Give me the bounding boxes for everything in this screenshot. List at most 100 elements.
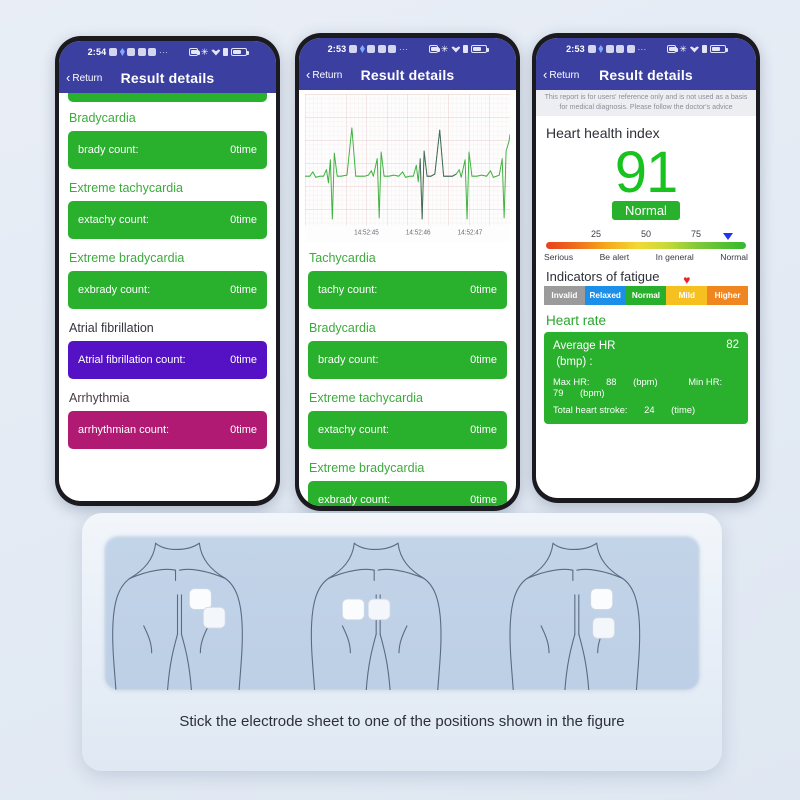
signal-icon xyxy=(223,48,229,56)
signal-icon xyxy=(463,45,469,53)
status-notification-icons: ··· xyxy=(109,47,168,57)
electrode-pad xyxy=(202,606,226,629)
app-icon xyxy=(109,48,118,56)
max-hr-value: 88 xyxy=(606,376,617,388)
count-value: 0time xyxy=(470,354,497,366)
count-value: 0time xyxy=(470,424,497,436)
stroke-value: 24 xyxy=(644,404,655,416)
count-row-exbrady[interactable]: exbrady count: 0time xyxy=(308,481,507,506)
count-row-brady[interactable]: brady count: 0time xyxy=(308,341,507,379)
torso-diagram-svg xyxy=(112,542,641,690)
status-notification-icons: ··· xyxy=(587,44,647,54)
phone-2-content[interactable]: 14:52:45 14:52:46 14:52:47 Tachycardia t… xyxy=(299,90,516,506)
count-row-arrhythmia[interactable]: arrhythmian count: 0time xyxy=(68,411,267,449)
section-title-atrial-fibrillation: Atrial fibrillation xyxy=(69,321,154,335)
status-badge-wrap: Normal xyxy=(536,201,756,221)
sim-icon xyxy=(667,45,679,53)
electrode-pad xyxy=(592,617,615,639)
section-title-extreme-tachycardia: Extreme tachycardia xyxy=(69,181,183,195)
phone-2-screen: 2:53 ··· ✳ ‹ Return Result details 14:52… xyxy=(299,38,516,506)
phone-1: 2:54 ··· ✳ ‹ Return Result details Brady… xyxy=(55,36,280,506)
app-icon xyxy=(377,45,386,53)
count-label: brady count: xyxy=(318,354,379,366)
phone-1-screen: 2:54 ··· ✳ ‹ Return Result details Brady… xyxy=(59,41,276,501)
average-hr-unit: (bmp) xyxy=(556,355,587,368)
electrode-pads xyxy=(189,588,615,639)
average-hr-label: Average HR xyxy=(553,340,616,353)
count-value: 0time xyxy=(230,144,257,156)
status-time: 2:53 xyxy=(327,44,347,54)
count-label: extachy count: xyxy=(78,214,149,226)
return-label: Return xyxy=(549,69,580,81)
count-label: arrhythmian count: xyxy=(78,424,170,436)
ecg-waveform-svg: 14:52:45 14:52:46 14:52:47 xyxy=(305,94,510,242)
status-notification-icons: ··· xyxy=(349,44,408,54)
battery-icon xyxy=(709,45,728,53)
app-bar: ‹ Return Result details xyxy=(536,60,756,90)
count-value: 0time xyxy=(470,494,497,506)
heart-rate-card[interactable]: Average HR (bmp) : 82 Max HR: 88 (bpm) M… xyxy=(544,332,748,425)
count-row-brady[interactable]: brady count: 0time xyxy=(68,131,267,169)
section-title-tachycardia: Tachycardia xyxy=(309,251,376,265)
app-bar: ‹ Return Result details xyxy=(299,60,516,90)
phone-2: 2:53 ··· ✳ ‹ Return Result details 14:52… xyxy=(295,33,520,511)
min-hr-unit: (bpm) xyxy=(580,387,605,399)
count-row-exbrady[interactable]: exbrady count: 0time xyxy=(68,271,267,309)
app-icon xyxy=(349,45,358,53)
disclaimer-text: This report is for users' reference only… xyxy=(536,90,756,117)
fatigue-bar: Invalid Relaxed Normal Mild Higher xyxy=(544,286,748,306)
count-value: 0time xyxy=(230,214,257,226)
app-icon xyxy=(587,45,596,53)
return-label: Return xyxy=(312,69,343,81)
scale-number: 50 xyxy=(640,229,652,240)
wifi-icon xyxy=(211,49,221,56)
count-value: 0time xyxy=(230,284,257,296)
scale-number: 75 xyxy=(690,229,702,240)
average-hr-block: Average HR (bmp) : xyxy=(553,339,615,370)
return-button[interactable]: ‹ Return xyxy=(306,68,343,81)
status-system-icons: ✳ xyxy=(428,44,490,54)
max-hr-group: Max HR: 88 (bpm) xyxy=(553,376,674,387)
ecg-time-label: 14:52:45 xyxy=(354,229,379,236)
count-row-tachy[interactable]: tachy count: 0time xyxy=(308,271,507,309)
count-label: exbrady count: xyxy=(78,284,151,296)
heart-marker-icon: ♥ xyxy=(683,273,691,288)
heart-health-index-title: Heart health index xyxy=(546,125,660,142)
count-row-extachy[interactable]: extachy count: 0time xyxy=(308,411,507,449)
gauge-marker-icon xyxy=(723,233,733,241)
section-title-bradycardia: Bradycardia xyxy=(309,321,376,335)
more-icon: ··· xyxy=(158,47,168,57)
heart-health-score: 91 xyxy=(614,140,679,206)
count-value: 0time xyxy=(230,424,257,436)
app-icon xyxy=(148,48,157,56)
average-hr-value: 82 xyxy=(726,339,739,352)
scale-number: 25 xyxy=(590,229,602,240)
fatigue-indicator: ♥ Invalid Relaxed Normal Mild Higher xyxy=(544,274,748,306)
count-row-atrial-fibrillation[interactable]: Atrial fibrillation count: 0time xyxy=(68,341,267,379)
max-hr-unit: (bpm) xyxy=(633,376,658,388)
phone-1-content[interactable]: Bradycardia brady count: 0time Extreme t… xyxy=(59,93,276,501)
fatigue-level-higher: Higher xyxy=(707,286,748,306)
location-icon xyxy=(119,48,125,56)
status-badge: Normal xyxy=(612,201,680,221)
fatigue-level-relaxed: Relaxed xyxy=(584,286,626,306)
return-button[interactable]: ‹ Return xyxy=(543,68,580,81)
battery-icon xyxy=(471,45,490,53)
min-hr-value: 79 xyxy=(553,387,564,399)
status-bar: 2:53 ··· ✳ xyxy=(536,38,756,60)
device-body: Stick the electrode sheet to one of the … xyxy=(82,513,722,771)
count-row-extachy[interactable]: extachy count: 0time xyxy=(68,201,267,239)
electrode-pad xyxy=(342,598,365,621)
return-label: Return xyxy=(72,72,103,84)
status-system-icons: ✳ xyxy=(667,44,728,54)
count-label: extachy count: xyxy=(318,424,389,436)
return-button[interactable]: ‹ Return xyxy=(66,70,103,85)
ecg-chart: 14:52:45 14:52:46 14:52:47 xyxy=(299,90,516,242)
app-icon xyxy=(616,45,625,53)
min-hr-label: Min HR: xyxy=(688,376,723,388)
more-icon: ··· xyxy=(398,44,408,54)
status-time: 2:53 xyxy=(566,44,585,54)
phone-3-content[interactable]: This report is for users' reference only… xyxy=(536,90,756,498)
chevron-left-icon: ‹ xyxy=(66,70,71,85)
more-icon: ··· xyxy=(637,44,647,54)
